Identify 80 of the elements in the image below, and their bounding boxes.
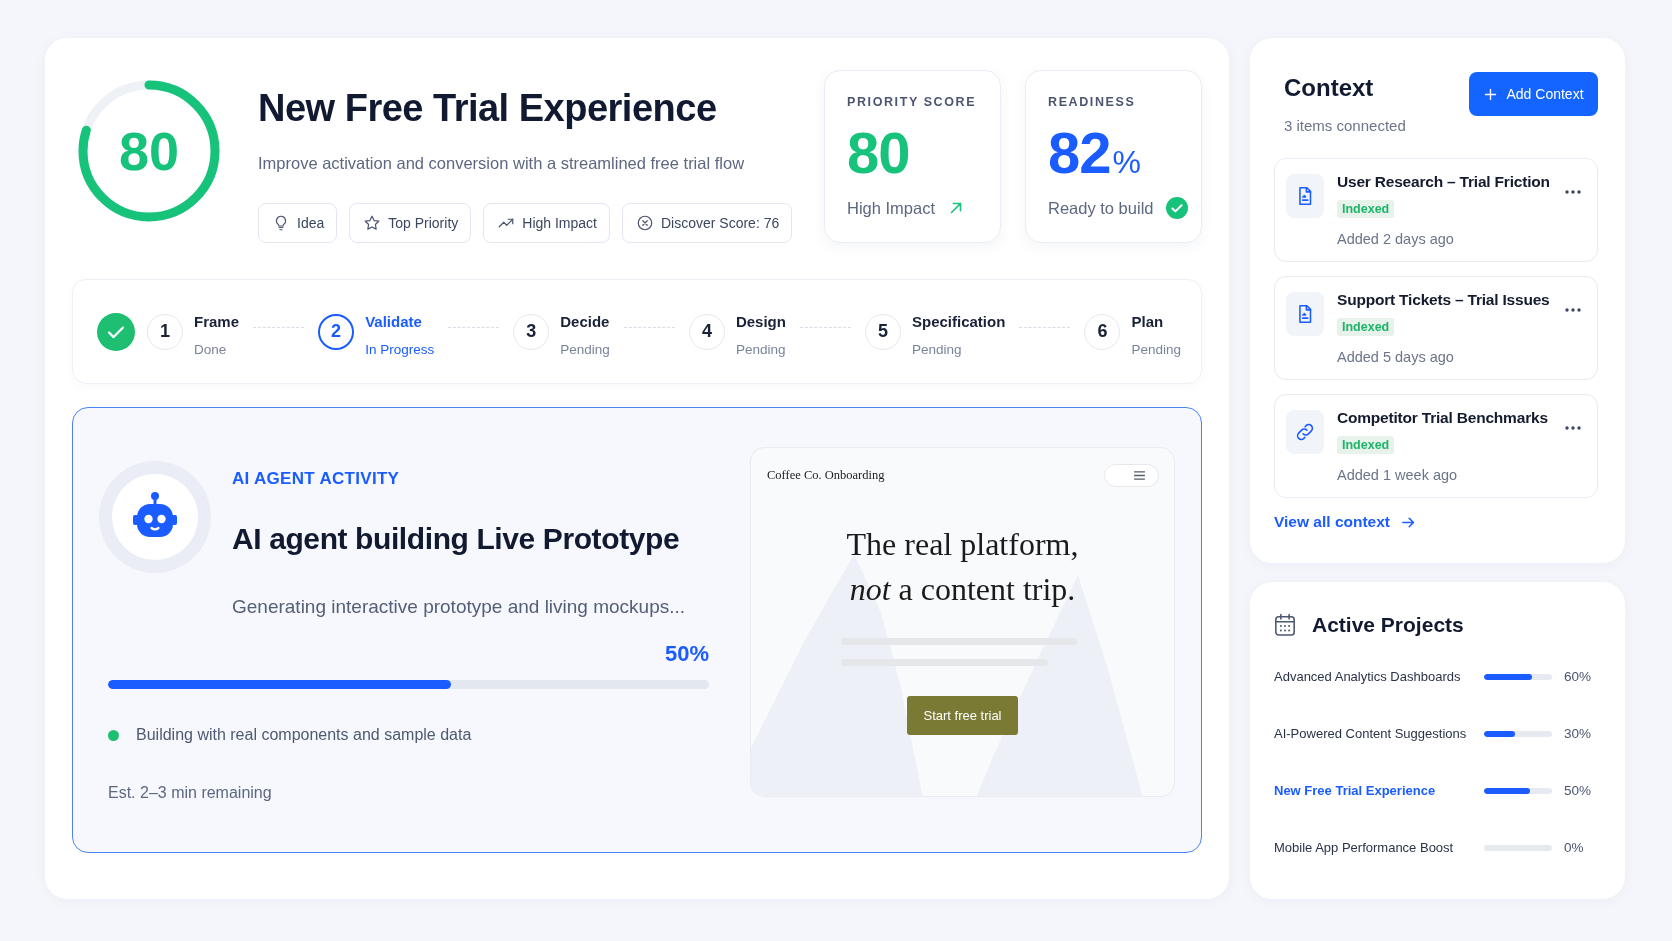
agent-title: AI agent building Live Prototype (232, 521, 681, 557)
percent-unit: % (1112, 146, 1141, 178)
context-item-title: Competitor Trial Benchmarks (1337, 408, 1548, 428)
tag-label: High Impact (522, 215, 597, 231)
project-name[interactable]: Advanced Analytics Dashboards (1274, 669, 1461, 684)
preview-headline: The real platform, not a content trip. (846, 525, 1079, 609)
status-badge: Indexed (1337, 200, 1395, 218)
step-name: Decide (560, 312, 610, 332)
card-label: READINESS (1048, 94, 1136, 110)
status-badge: Indexed (1337, 436, 1395, 454)
priority-score-value: 80 (847, 122, 910, 184)
more-icon (1565, 308, 1581, 312)
more-icon (1565, 190, 1581, 194)
start-trial-button[interactable]: Start free trial (907, 696, 1018, 735)
step-name: Validate (365, 312, 423, 332)
plus-icon (1483, 86, 1499, 102)
step-number: 1 (147, 313, 183, 350)
context-item-title: Support Tickets – Trial Issues (1337, 290, 1550, 310)
readiness-value: 82 (1048, 122, 1111, 184)
tag-label: Discover Score: 76 (661, 215, 780, 231)
card-subtitle: 3 items connected (1284, 116, 1406, 136)
context-item[interactable]: Competitor Trial Benchmarks Indexed Added 1 week ago (1274, 394, 1598, 498)
calendar-icon (1274, 613, 1296, 637)
more-icon (1565, 426, 1581, 430)
site-name: Coffee Co. Onboarding (767, 468, 885, 483)
project-name[interactable]: Mobile App Performance Boost (1274, 840, 1454, 855)
document-icon (1286, 292, 1324, 336)
step-status: Pending (735, 341, 786, 359)
card-label: PRIORITY SCORE (847, 94, 977, 110)
menu-icon (1133, 471, 1146, 480)
step-name: Frame (194, 312, 240, 332)
card-title: Active Projects (1312, 612, 1464, 638)
activity-status: Building with real components and sample data (136, 725, 472, 745)
added-date: Added 5 days ago (1337, 348, 1454, 366)
document-icon (1286, 174, 1324, 218)
card-note: Ready to build (1048, 198, 1154, 219)
section-eyebrow: AI AGENT ACTIVITY (232, 468, 401, 490)
step-name: Plan (1131, 312, 1165, 332)
step-number: 3 (513, 313, 550, 350)
step-status: In Progress (365, 341, 435, 359)
step-status: Pending (1131, 341, 1181, 359)
card-title: Context (1284, 74, 1374, 102)
star-icon (363, 214, 382, 232)
tag-label: Idea (297, 215, 325, 231)
step-name: Design (735, 312, 786, 332)
status-dot-icon (108, 729, 119, 741)
check-circle-icon (1165, 197, 1188, 219)
page-subtitle: Improve activation and conversion with a streamlined free trial flow (258, 153, 746, 174)
step-status: Done (194, 341, 228, 359)
project-name[interactable]: New Free Trial Experience (1274, 783, 1436, 798)
step-number: 6 (1084, 313, 1121, 350)
context-item[interactable]: User Research – Trial Friction Indexed Added 2 days ago (1274, 158, 1598, 262)
project-name[interactable]: AI-Powered Content Suggestions (1274, 726, 1467, 741)
step-status: Pending (912, 341, 963, 359)
progress-reading: 0% (1564, 840, 1584, 855)
context-item[interactable]: Support Tickets – Trial Issues Indexed Added 5 days ago (1274, 276, 1598, 380)
added-date: Added 1 week ago (1337, 466, 1458, 484)
step-number: 5 (865, 313, 901, 350)
progress-reading: 50% (1564, 783, 1592, 798)
progress-reading: 30% (1564, 726, 1592, 741)
status-badge: Indexed (1337, 318, 1395, 336)
context-item-title: User Research – Trial Friction (1337, 172, 1550, 192)
menu-button[interactable] (1104, 464, 1159, 487)
added-date: Added 2 days ago (1337, 230, 1454, 248)
card-note: High Impact (847, 198, 936, 219)
agent-subtitle: Generating interactive prototype and living mockups... (232, 595, 686, 619)
step-number: 4 (688, 313, 725, 350)
tag-label: Top Priority (388, 215, 459, 231)
time-estimate: Est. 2–3 min remaining (108, 783, 272, 803)
circle-x-icon (636, 214, 654, 232)
add-context-button[interactable]: Add Context (1469, 72, 1598, 116)
link-icon (1286, 410, 1324, 454)
step-name: Specification (912, 312, 1006, 332)
progress-reading: 50% (664, 641, 709, 667)
step-status: Pending (560, 341, 610, 359)
page-title: New Free Trial Experience (258, 86, 718, 130)
progress-reading: 60% (1564, 669, 1592, 684)
score-value: 80 (118, 124, 180, 178)
view-all-context-link[interactable]: View all context (1274, 512, 1417, 532)
step-number: 2 (318, 313, 355, 350)
